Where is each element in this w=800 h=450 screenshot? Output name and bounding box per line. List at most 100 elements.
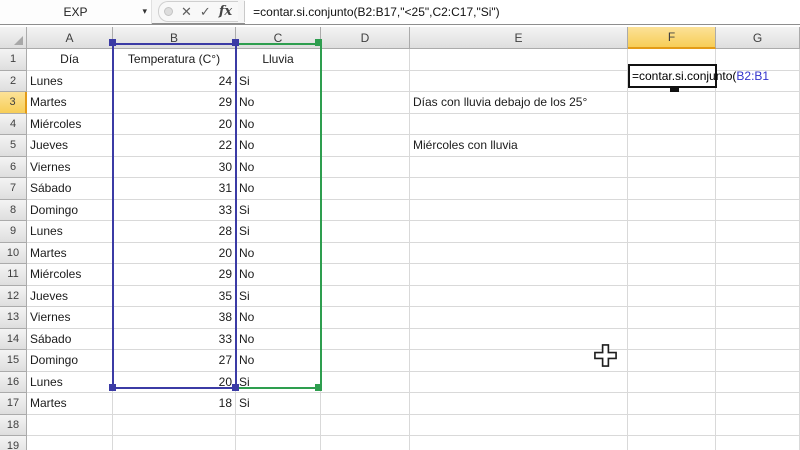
column-header-B[interactable]: B — [113, 27, 236, 49]
cell-E11[interactable] — [410, 264, 628, 286]
cell-D14[interactable] — [321, 329, 410, 351]
cell-D11[interactable] — [321, 264, 410, 286]
cell-D13[interactable] — [321, 307, 410, 329]
cell-B17[interactable]: 18 — [113, 393, 236, 415]
cell-B19[interactable] — [113, 436, 236, 450]
cell-A5[interactable]: Jueves — [27, 135, 113, 157]
cell-G11[interactable] — [716, 264, 800, 286]
row-header-7[interactable]: 7 — [0, 178, 27, 200]
cell-D16[interactable] — [321, 372, 410, 394]
cell-B18[interactable] — [113, 415, 236, 437]
cell-F4[interactable] — [628, 114, 716, 136]
cell-D3[interactable] — [321, 92, 410, 114]
cell-F7[interactable] — [628, 178, 716, 200]
cell-C8[interactable]: Si — [236, 200, 321, 222]
cell-G4[interactable] — [716, 114, 800, 136]
cell-B14[interactable]: 33 — [113, 329, 236, 351]
cell-C4[interactable]: No — [236, 114, 321, 136]
column-header-G[interactable]: G — [716, 27, 800, 49]
cell-A2[interactable]: Lunes — [27, 71, 113, 93]
row-header-8[interactable]: 8 — [0, 200, 27, 222]
cancel-icon[interactable]: ✕ — [181, 1, 192, 22]
row-header-6[interactable]: 6 — [0, 157, 27, 179]
row-header-17[interactable]: 17 — [0, 393, 27, 415]
cell-E2[interactable] — [410, 71, 628, 93]
row-header-2[interactable]: 2 — [0, 71, 27, 93]
cell-B12[interactable]: 35 — [113, 286, 236, 308]
row-header-19[interactable]: 19 — [0, 436, 27, 450]
cell-E18[interactable] — [410, 415, 628, 437]
cell-A3[interactable]: Martes — [27, 92, 113, 114]
cell-G17[interactable] — [716, 393, 800, 415]
cell-A12[interactable]: Jueves — [27, 286, 113, 308]
cell-E13[interactable] — [410, 307, 628, 329]
cell-A9[interactable]: Lunes — [27, 221, 113, 243]
cell-F16[interactable] — [628, 372, 716, 394]
cell-G15[interactable] — [716, 350, 800, 372]
row-header-13[interactable]: 13 — [0, 307, 27, 329]
cell-F18[interactable] — [628, 415, 716, 437]
cell-D2[interactable] — [321, 71, 410, 93]
cell-C13[interactable]: No — [236, 307, 321, 329]
cell-F5[interactable] — [628, 135, 716, 157]
column-header-A[interactable]: A — [27, 27, 113, 49]
cell-A1[interactable]: Día — [27, 49, 113, 71]
row-header-14[interactable]: 14 — [0, 329, 27, 351]
cell-E8[interactable] — [410, 200, 628, 222]
cell-C18[interactable] — [236, 415, 321, 437]
cell-A11[interactable]: Miércoles — [27, 264, 113, 286]
cell-D15[interactable] — [321, 350, 410, 372]
cell-E5[interactable]: Miércoles con lluvia — [410, 135, 628, 157]
row-header-5[interactable]: 5 — [0, 135, 27, 157]
cell-D7[interactable] — [321, 178, 410, 200]
cell-E3[interactable]: Días con lluvia debajo de los 25° — [410, 92, 628, 114]
row-header-12[interactable]: 12 — [0, 286, 27, 308]
cell-D8[interactable] — [321, 200, 410, 222]
cell-B13[interactable]: 38 — [113, 307, 236, 329]
cell-B10[interactable]: 20 — [113, 243, 236, 265]
cell-B11[interactable]: 29 — [113, 264, 236, 286]
cell-E10[interactable] — [410, 243, 628, 265]
cell-G16[interactable] — [716, 372, 800, 394]
cell-C6[interactable]: No — [236, 157, 321, 179]
cell-E4[interactable] — [410, 114, 628, 136]
cell-E17[interactable] — [410, 393, 628, 415]
cell-D10[interactable] — [321, 243, 410, 265]
cell-A19[interactable] — [27, 436, 113, 450]
cell-B5[interactable]: 22 — [113, 135, 236, 157]
cell-C19[interactable] — [236, 436, 321, 450]
cell-D4[interactable] — [321, 114, 410, 136]
enter-icon[interactable]: ✓ — [200, 1, 211, 22]
cell-E16[interactable] — [410, 372, 628, 394]
cell-F10[interactable] — [628, 243, 716, 265]
cell-A13[interactable]: Viernes — [27, 307, 113, 329]
cell-C16[interactable]: Si — [236, 372, 321, 394]
cell-G14[interactable] — [716, 329, 800, 351]
column-header-F[interactable]: F — [628, 27, 716, 49]
cell-E15[interactable] — [410, 350, 628, 372]
cell-A17[interactable]: Martes — [27, 393, 113, 415]
cell-E12[interactable] — [410, 286, 628, 308]
cell-E14[interactable] — [410, 329, 628, 351]
column-header-C[interactable]: C — [236, 27, 321, 49]
cell-B8[interactable]: 33 — [113, 200, 236, 222]
row-header-4[interactable]: 4 — [0, 114, 27, 136]
cell-C3[interactable]: No — [236, 92, 321, 114]
cell-A7[interactable]: Sábado — [27, 178, 113, 200]
cell-A6[interactable]: Viernes — [27, 157, 113, 179]
cell-G8[interactable] — [716, 200, 800, 222]
cell-C14[interactable]: No — [236, 329, 321, 351]
cell-A10[interactable]: Martes — [27, 243, 113, 265]
cell-G1[interactable] — [716, 49, 800, 71]
cell-G19[interactable] — [716, 436, 800, 450]
cell-A18[interactable] — [27, 415, 113, 437]
row-header-16[interactable]: 16 — [0, 372, 27, 394]
cell-B4[interactable]: 20 — [113, 114, 236, 136]
cell-B7[interactable]: 31 — [113, 178, 236, 200]
cell-D19[interactable] — [321, 436, 410, 450]
cell-G10[interactable] — [716, 243, 800, 265]
row-header-1[interactable]: 1 — [0, 49, 27, 71]
cell-D18[interactable] — [321, 415, 410, 437]
cell-E7[interactable] — [410, 178, 628, 200]
cell-A4[interactable]: Miércoles — [27, 114, 113, 136]
